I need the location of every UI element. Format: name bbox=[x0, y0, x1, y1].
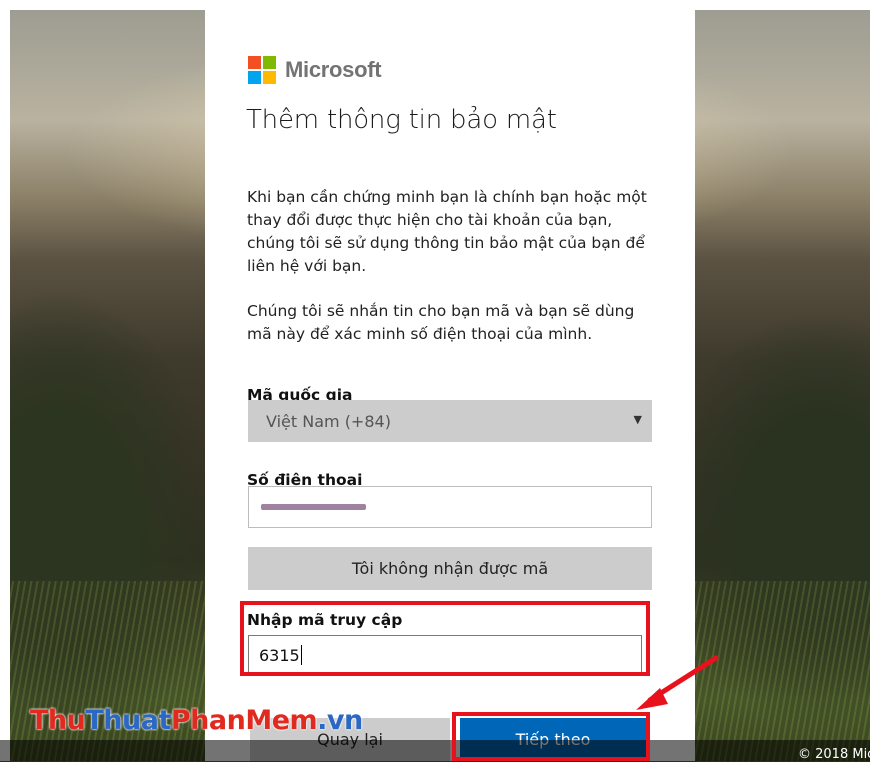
annotation-arrow-icon bbox=[636, 655, 719, 710]
watermark-logo: ThuThuatPhanMem.vn bbox=[30, 705, 363, 736]
